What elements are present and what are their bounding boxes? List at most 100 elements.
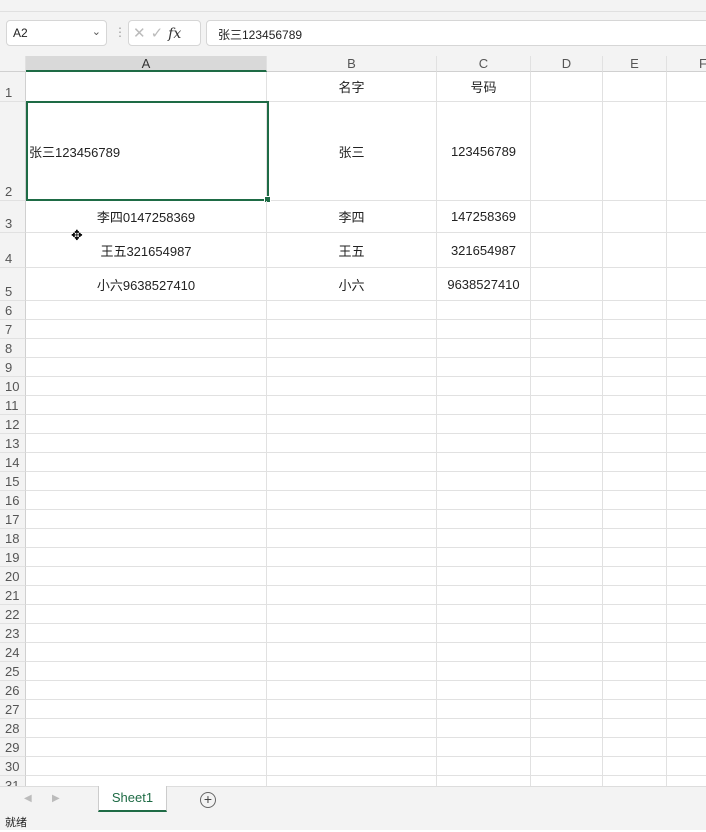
cell[interactable] <box>667 681 706 700</box>
cell[interactable] <box>267 719 437 738</box>
row-header[interactable]: 10 <box>0 377 26 396</box>
cell[interactable] <box>667 548 706 567</box>
more-icon[interactable]: ⋮ <box>114 25 126 39</box>
sheet-tab[interactable]: Sheet1 <box>98 786 167 812</box>
cell[interactable] <box>267 757 437 776</box>
cell[interactable] <box>26 396 267 415</box>
cell[interactable] <box>26 624 267 643</box>
row-header[interactable]: 8 <box>0 339 26 358</box>
cell[interactable] <box>603 233 667 268</box>
cell[interactable] <box>267 662 437 681</box>
cell[interactable] <box>531 757 603 776</box>
cell[interactable] <box>437 301 531 320</box>
cell[interactable] <box>603 358 667 377</box>
select-all-corner[interactable] <box>0 56 26 72</box>
cell[interactable] <box>667 301 706 320</box>
cell[interactable] <box>531 776 603 786</box>
cell[interactable] <box>437 320 531 339</box>
cell[interactable] <box>437 358 531 377</box>
cell[interactable] <box>667 268 706 301</box>
row-header[interactable]: 17 <box>0 510 26 529</box>
cell[interactable]: 张三 <box>267 102 437 201</box>
cell[interactable] <box>437 548 531 567</box>
row-header[interactable]: 15 <box>0 472 26 491</box>
cell[interactable] <box>603 491 667 510</box>
cell[interactable] <box>531 738 603 757</box>
cell[interactable]: 小六 <box>267 268 437 301</box>
row-header[interactable]: 2 <box>0 102 26 201</box>
cell[interactable] <box>603 102 667 201</box>
cell[interactable] <box>603 738 667 757</box>
cell[interactable] <box>26 529 267 548</box>
row-header[interactable]: 12 <box>0 415 26 434</box>
cell[interactable] <box>26 339 267 358</box>
row-header[interactable]: 13 <box>0 434 26 453</box>
row-header[interactable]: 22 <box>0 605 26 624</box>
cell[interactable] <box>667 586 706 605</box>
cell[interactable] <box>603 453 667 472</box>
cell[interactable] <box>26 434 267 453</box>
cell[interactable] <box>667 472 706 491</box>
cell[interactable]: 9638527410 <box>437 268 531 301</box>
cell[interactable] <box>267 339 437 358</box>
cell[interactable]: 张三123456789 <box>26 102 267 201</box>
cell[interactable] <box>26 776 267 786</box>
cell[interactable] <box>603 268 667 301</box>
row-header[interactable]: 24 <box>0 643 26 662</box>
row-header[interactable]: 14 <box>0 453 26 472</box>
fx-icon[interactable]: fx <box>168 26 181 42</box>
row-header[interactable]: 28 <box>0 719 26 738</box>
cell[interactable] <box>531 681 603 700</box>
cell[interactable] <box>667 738 706 757</box>
cell[interactable] <box>26 719 267 738</box>
cell[interactable] <box>26 757 267 776</box>
row-header[interactable]: 23 <box>0 624 26 643</box>
cell[interactable]: 123456789 <box>437 102 531 201</box>
cell[interactable] <box>26 567 267 586</box>
column-header-C[interactable]: C <box>437 56 531 72</box>
cell[interactable] <box>667 339 706 358</box>
cell[interactable] <box>437 757 531 776</box>
cell[interactable] <box>531 396 603 415</box>
cell[interactable] <box>26 681 267 700</box>
cell[interactable] <box>267 510 437 529</box>
cell[interactable] <box>531 268 603 301</box>
cell[interactable] <box>26 377 267 396</box>
cell[interactable] <box>531 586 603 605</box>
cell[interactable] <box>26 662 267 681</box>
cell[interactable] <box>437 567 531 586</box>
cell[interactable] <box>667 719 706 738</box>
cell[interactable] <box>267 301 437 320</box>
row-header[interactable]: 1 <box>0 72 26 102</box>
cell[interactable] <box>26 700 267 719</box>
name-box[interactable]: A2 ⌄ <box>6 20 107 46</box>
cell[interactable] <box>267 738 437 757</box>
cell[interactable] <box>667 396 706 415</box>
cell[interactable] <box>667 700 706 719</box>
cell[interactable] <box>603 434 667 453</box>
cell[interactable] <box>603 586 667 605</box>
prev-sheet-icon[interactable]: ◀ <box>24 793 32 804</box>
cell[interactable] <box>531 320 603 339</box>
cell[interactable] <box>267 605 437 624</box>
cell[interactable] <box>667 567 706 586</box>
cell[interactable] <box>603 776 667 786</box>
cell[interactable] <box>531 605 603 624</box>
next-sheet-icon[interactable]: ▶ <box>52 793 60 804</box>
cell[interactable] <box>267 320 437 339</box>
row-header[interactable]: 29 <box>0 738 26 757</box>
cell[interactable] <box>667 662 706 681</box>
cell[interactable] <box>531 510 603 529</box>
cell[interactable] <box>267 529 437 548</box>
cell[interactable] <box>267 434 437 453</box>
cell[interactable] <box>667 434 706 453</box>
cell[interactable] <box>531 548 603 567</box>
cell[interactable] <box>26 472 267 491</box>
cell[interactable] <box>26 643 267 662</box>
cell[interactable] <box>667 510 706 529</box>
row-header[interactable]: 19 <box>0 548 26 567</box>
cell[interactable] <box>603 301 667 320</box>
cell[interactable] <box>603 396 667 415</box>
cell[interactable] <box>667 415 706 434</box>
cell[interactable]: 王五 <box>267 233 437 268</box>
